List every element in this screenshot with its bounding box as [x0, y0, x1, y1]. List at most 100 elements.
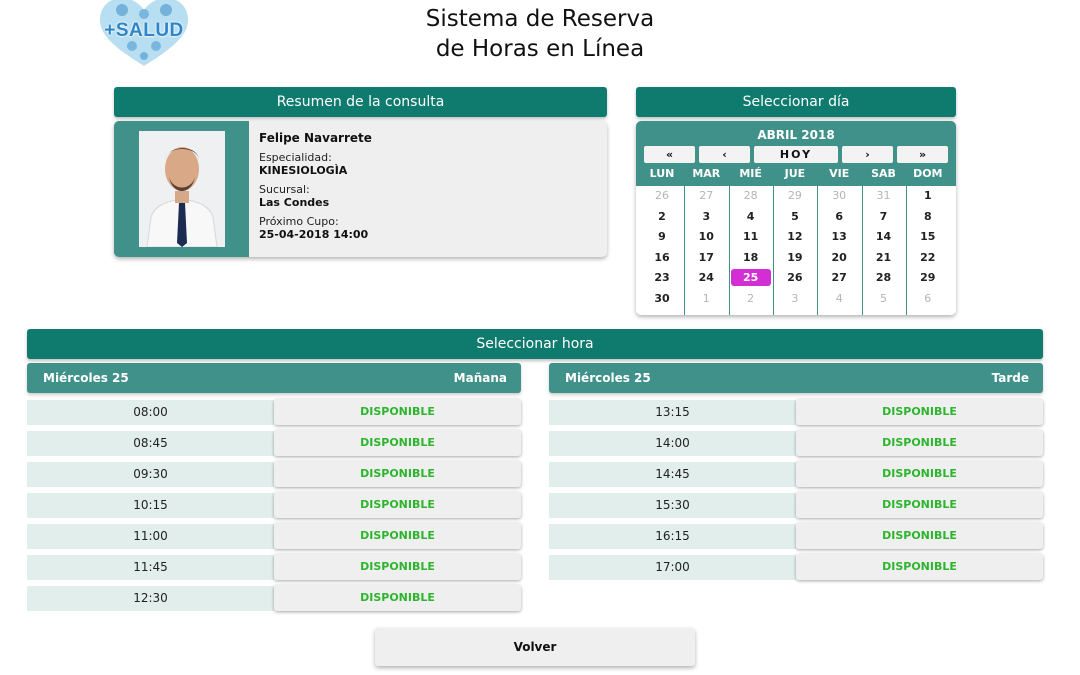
slot-available-button[interactable]: DISPONIBLE [796, 461, 1043, 487]
slot-time: 08:00 [27, 400, 274, 425]
slot-available-button[interactable]: DISPONIBLE [796, 523, 1043, 549]
slot-available-button[interactable]: DISPONIBLE [274, 461, 521, 487]
professional-name: Felipe Navarrete [259, 131, 372, 145]
calendar-day[interactable]: 1 [684, 289, 728, 309]
calendar-day-number: 22 [920, 250, 936, 264]
afternoon-day: Miércoles 25 [565, 371, 651, 385]
weekday-label: SAB [871, 167, 896, 180]
specialty-label: Especialidad: [259, 151, 332, 164]
summary-info: Felipe Navarrete Especialidad: KINESIOLO… [259, 131, 372, 247]
calendar-day-selected[interactable]: 25 [729, 268, 773, 288]
next-month-button[interactable]: › [842, 146, 893, 163]
calendar-day[interactable]: 6 [906, 289, 950, 309]
calendar-day[interactable]: 26 [640, 186, 684, 206]
calendar-day-number: 30 [832, 189, 847, 202]
calendar-day-number: 2 [658, 209, 666, 223]
calendar-day[interactable]: 28 [729, 186, 773, 206]
calendar-day[interactable]: 17 [684, 248, 728, 268]
calendar-day[interactable]: 8 [906, 207, 950, 227]
calendar-day[interactable]: 27 [817, 268, 861, 288]
slot-available-button[interactable]: DISPONIBLE [796, 399, 1043, 425]
first-month-button[interactable]: « [644, 146, 695, 163]
calendar-day-number: 11 [742, 230, 759, 243]
weekday-label: MIÉ [739, 167, 762, 180]
calendar-day[interactable]: 19 [773, 248, 817, 268]
calendar-day-number: 8 [923, 209, 932, 223]
calendar-day[interactable]: 5 [862, 289, 906, 309]
calendar-day[interactable]: 4 [729, 207, 773, 227]
slot-available-button[interactable]: DISPONIBLE [274, 554, 521, 580]
slot-available-button[interactable]: DISPONIBLE [796, 554, 1043, 580]
calendar-day[interactable]: 14 [862, 227, 906, 247]
slot-time: 10:15 [27, 493, 274, 518]
calendar-day[interactable]: 11 [729, 227, 773, 247]
calendar-day[interactable]: 9 [640, 227, 684, 247]
afternoon-period: Tarde [991, 371, 1029, 385]
back-button[interactable]: Volver [375, 628, 695, 666]
calendar-day[interactable]: 3 [684, 207, 728, 227]
calendar-day[interactable]: 27 [684, 186, 728, 206]
slot-available-button[interactable]: DISPONIBLE [796, 492, 1043, 518]
time-slot-row: 14:00 DISPONIBLE [549, 430, 1043, 456]
calendar-day[interactable]: 23 [640, 268, 684, 288]
calendar-day-number: 21 [875, 250, 892, 264]
prev-month-button[interactable]: ‹ [699, 146, 750, 163]
weekday-label: DOM [913, 167, 943, 180]
calendar-day[interactable]: 10 [684, 227, 728, 247]
today-button[interactable]: HOY [754, 146, 838, 163]
calendar-day-number: 15 [920, 230, 936, 243]
calendar-day[interactable]: 29 [906, 268, 950, 288]
calendar-day[interactable]: 13 [817, 227, 861, 247]
slot-available-button[interactable]: DISPONIBLE [274, 523, 521, 549]
calendar-day[interactable]: 18 [729, 248, 773, 268]
calendar-day[interactable]: 6 [817, 207, 861, 227]
slot-available-button[interactable]: DISPONIBLE [274, 492, 521, 518]
last-month-button[interactable]: » [897, 146, 948, 163]
branch-label: Sucursal: [259, 183, 310, 196]
calendar-day[interactable]: 12 [773, 227, 817, 247]
calendar-day[interactable]: 3 [773, 289, 817, 309]
summary-header: Resumen de la consulta [114, 87, 607, 117]
time-slot-row: 16:15 DISPONIBLE [549, 523, 1043, 549]
slot-time: 14:45 [549, 462, 796, 487]
time-slot-row: 08:45 DISPONIBLE [27, 430, 521, 456]
time-slot-row: 08:00 DISPONIBLE [27, 399, 521, 425]
calendar-day-number: 4 [835, 291, 843, 305]
calendar-day[interactable]: 15 [906, 227, 950, 247]
calendar-day[interactable]: 5 [773, 207, 817, 227]
calendar-day[interactable]: 30 [640, 289, 684, 309]
calendar-day[interactable]: 20 [817, 248, 861, 268]
time-slot-row: 09:30 DISPONIBLE [27, 461, 521, 487]
calendar-day[interactable]: 4 [817, 289, 861, 309]
calendar-day-number: 17 [698, 250, 714, 264]
calendar-day-number: 26 [787, 271, 803, 284]
slot-available-button[interactable]: DISPONIBLE [796, 430, 1043, 456]
calendar-day-number: 3 [702, 209, 711, 223]
slot-available-button[interactable]: DISPONIBLE [274, 585, 521, 611]
calendar-day[interactable]: 31 [862, 186, 906, 206]
calendar-day[interactable]: 7 [862, 207, 906, 227]
calendar-day[interactable]: 21 [862, 248, 906, 268]
calendar-day[interactable]: 22 [906, 248, 950, 268]
slot-available-button[interactable]: DISPONIBLE [274, 430, 521, 456]
calendar-day-number: 14 [875, 230, 892, 243]
calendar-day[interactable]: 28 [862, 268, 906, 288]
time-slot-row: 11:45 DISPONIBLE [27, 554, 521, 580]
calendar-day[interactable]: 29 [773, 186, 817, 206]
calendar-day[interactable]: 16 [640, 248, 684, 268]
slot-available-button[interactable]: DISPONIBLE [274, 399, 521, 425]
morning-period: Mañana [453, 371, 507, 385]
calendar-day[interactable]: 30 [817, 186, 861, 206]
time-slot-row: 17:00 DISPONIBLE [549, 554, 1043, 580]
calendar-day[interactable]: 2 [729, 289, 773, 309]
calendar-day[interactable]: 26 [773, 268, 817, 288]
calendar-day[interactable]: 1 [906, 186, 950, 206]
calendar-day-number: 6 [924, 291, 932, 305]
afternoon-header: Miércoles 25 Tarde [549, 363, 1043, 393]
calendar-day-number: 12 [787, 230, 803, 243]
calendar-day-number: 24 [698, 271, 714, 284]
calendar-day[interactable]: 24 [684, 268, 728, 288]
photo-panel [114, 121, 249, 257]
morning-day: Miércoles 25 [43, 371, 129, 385]
calendar-day[interactable]: 2 [640, 207, 684, 227]
